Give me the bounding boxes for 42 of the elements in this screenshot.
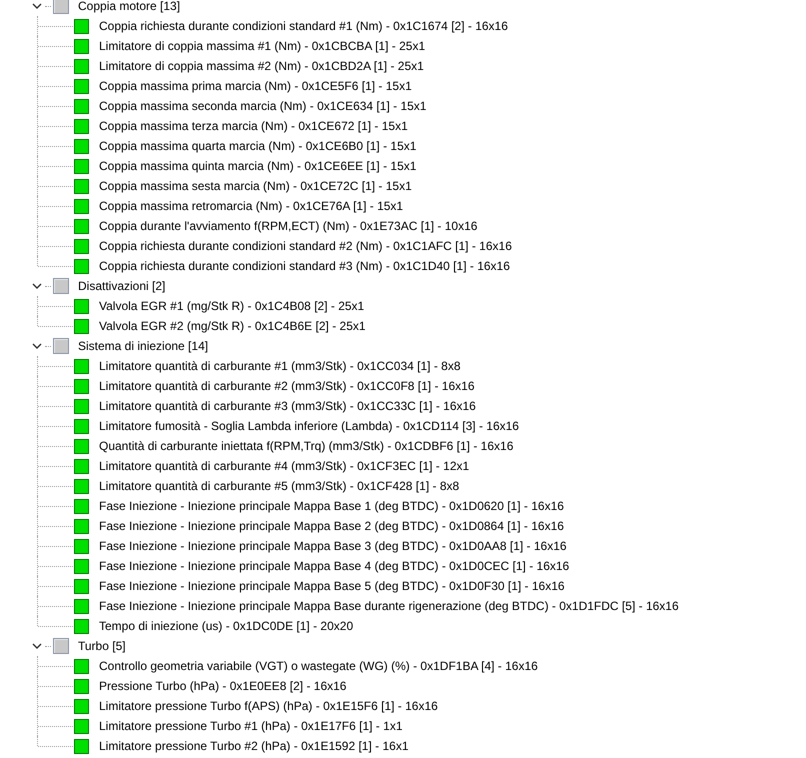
tree-item-label[interactable]: Limitatore quantità di carburante #5 (mm3/Stk) - 0x1CF428 [1] - 8x8 [99, 476, 460, 496]
tree-item-label[interactable]: Quantità di carburante iniettata f(RPM,Trq) (mm3/Stk) - 0x1CDBF6 [1] - 16x16 [99, 436, 514, 456]
tree-item-label[interactable]: Limitatore di coppia massima #2 (Nm) - 0x1CBD2A [1] - 25x1 [99, 56, 424, 76]
tree-item-label[interactable]: Fase Iniezione - Iniezione principale Mappa Base 4 (deg BTDC) - 0x1D0CEC [1] - 16x16 [99, 556, 570, 576]
tree-item-label[interactable]: Limitatore pressione Turbo f(APS) (hPa) - 0x1E15F6 [1] - 16x16 [99, 696, 438, 716]
tree-item-label[interactable]: Fase Iniezione - Iniezione principale Mappa Base 3 (deg BTDC) - 0x1D0AA8 [1] - 16x16 [99, 536, 567, 556]
tree-item-label[interactable]: Fase Iniezione - Iniezione principale Mappa Base 1 (deg BTDC) - 0x1D0620 [1] - 16x16 [99, 496, 564, 516]
tree-group-label[interactable]: Turbo [5] [78, 636, 126, 656]
tree-item-label[interactable]: Fase Iniezione - Iniezione principale Mappa Base 2 (deg BTDC) - 0x1D0864 [1] - 16x16 [99, 516, 564, 536]
tree-item-label[interactable]: Limitatore quantità di carburante #1 (mm3/Stk) - 0x1CC034 [1] - 8x8 [99, 356, 460, 376]
collapse-chevron-icon[interactable] [32, 2, 42, 10]
collapse-chevron-icon[interactable] [32, 642, 42, 650]
tree-item-label[interactable]: Coppia massima prima marcia (Nm) - 0x1CE5F6 [1] - 15x1 [99, 76, 412, 96]
tree-item-label[interactable]: Coppia massima retromarcia (Nm) - 0x1CE76A [1] - 15x1 [99, 196, 404, 216]
tree-item-label[interactable]: Limitatore fumosità - Soglia Lambda inferiore (Lambda) - 0x1CD114 [3] - 16x16 [99, 416, 519, 436]
tree-item-label[interactable]: Tempo di iniezione (us) - 0x1DC0DE [1] - 20x20 [99, 616, 354, 636]
tree-group-label[interactable]: Disattivazioni [2] [78, 276, 166, 296]
tree-item-label[interactable]: Pressione Turbo (hPa) - 0x1E0EE8 [2] - 16x16 [99, 676, 346, 696]
tree-group-label[interactable]: Sistema di iniezione [14] [78, 336, 208, 356]
tree-item-label[interactable]: Coppia richiesta durante condizioni standard #2 (Nm) - 0x1C1AFC [1] - 16x16 [99, 236, 512, 256]
tree-item-label[interactable]: Coppia massima quinta marcia (Nm) - 0x1CE6EE [1] - 15x1 [99, 156, 416, 176]
tree-item-label[interactable]: Limitatore quantità di carburante #4 (mm3/Stk) - 0x1CF3EC [1] - 12x1 [99, 456, 470, 476]
collapse-chevron-icon[interactable] [32, 282, 42, 290]
tree-item-label[interactable]: Coppia massima seconda marcia (Nm) - 0x1CE634 [1] - 15x1 [99, 96, 426, 116]
tree-item-label[interactable]: Coppia massima terza marcia (Nm) - 0x1CE672 [1] - 15x1 [99, 116, 408, 136]
tree-item-label[interactable]: Limitatore quantità di carburante #2 (mm3/Stk) - 0x1CC0F8 [1] - 16x16 [99, 376, 475, 396]
tree-item-label[interactable]: Fase Iniezione - Iniezione principale Mappa Base 5 (deg BTDC) - 0x1D0F30 [1] - 16x16 [99, 576, 565, 596]
tree-item-label[interactable]: Coppia massima quarta marcia (Nm) - 0x1CE6B0 [1] - 15x1 [99, 136, 416, 156]
tree-item-label[interactable]: Coppia richiesta durante condizioni standard #3 (Nm) - 0x1C1D40 [1] - 16x16 [99, 256, 510, 276]
tree-item-label[interactable]: Limitatore pressione Turbo #1 (hPa) - 0x1E17F6 [1] - 1x1 [99, 716, 402, 736]
tree-group-label[interactable]: Coppia motore [13] [78, 0, 180, 16]
tree-item-label[interactable]: Valvola EGR #1 (mg/Stk R) - 0x1C4B08 [2] - 25x1 [99, 296, 364, 316]
tree-item-label[interactable]: Limitatore di coppia massima #1 (Nm) - 0x1CBCBA [1] - 25x1 [99, 36, 426, 56]
tree-item-label[interactable]: Controllo geometria variabile (VGT) o wastegate (WG) (%) - 0x1DF1BA [4] - 16x16 [99, 656, 538, 676]
tree-item-label[interactable]: Coppia massima sesta marcia (Nm) - 0x1CE72C [1] - 15x1 [99, 176, 412, 196]
tree-item-label[interactable]: Limitatore quantità di carburante #3 (mm3/Stk) - 0x1CC33C [1] - 16x16 [99, 396, 476, 416]
tree-item-label[interactable]: Coppia richiesta durante condizioni standard #1 (Nm) - 0x1C1674 [2] - 16x16 [99, 16, 508, 36]
tree-item-label[interactable]: Limitatore pressione Turbo #2 (hPa) - 0x1E1592 [1] - 16x1 [99, 736, 409, 756]
tree-item-label[interactable]: Coppia durante l'avviamento f(RPM,ECT) (Nm) - 0x1E73AC [1] - 10x16 [99, 216, 478, 236]
tree-item-label[interactable]: Fase Iniezione - Iniezione principale Mappa Base durante rigenerazione (deg BTDC) - 0x1D1FDC [5] - 16x16 [99, 596, 679, 616]
tree-item-label[interactable]: Valvola EGR #2 (mg/Stk R) - 0x1C4B6E [2] - 25x1 [99, 316, 366, 336]
collapse-chevron-icon[interactable] [32, 342, 42, 350]
